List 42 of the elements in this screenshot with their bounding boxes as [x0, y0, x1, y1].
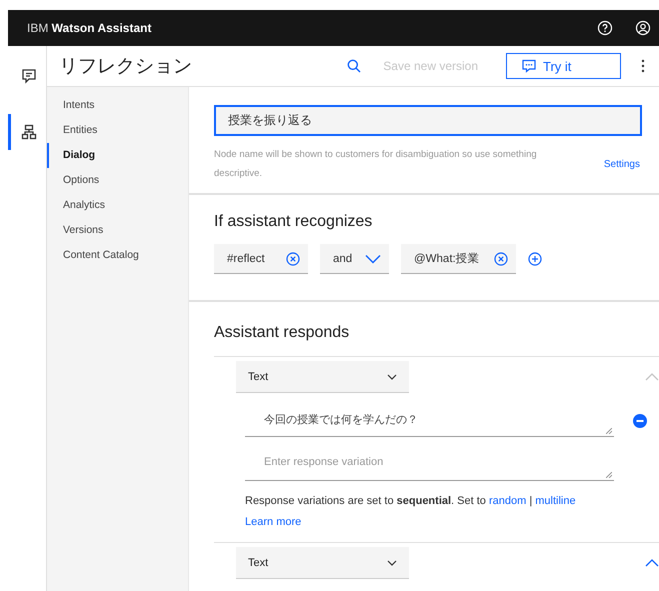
chevron-up-icon[interactable]	[645, 559, 659, 567]
mode-link[interactable]: random	[488, 495, 526, 507]
condition-field[interactable]: @What:授業	[401, 244, 516, 274]
try-it-button[interactable]: Try it	[506, 53, 621, 79]
search-icon[interactable]	[347, 59, 362, 73]
help-icon[interactable]	[597, 20, 613, 36]
nav-item[interactable]: Dialog	[47, 143, 188, 168]
user-icon[interactable]	[635, 20, 651, 36]
chat-icon	[521, 58, 537, 74]
chevron-down-icon	[387, 560, 397, 566]
nav-item[interactable]: Entities	[47, 118, 188, 143]
brand-name: IBM Watson Assistant	[27, 21, 152, 35]
learn-more-link[interactable]: Learn more	[245, 516, 659, 528]
clear-icon[interactable]	[286, 252, 300, 266]
nav-item[interactable]: Versions	[47, 218, 188, 243]
response-type-dropdown[interactable]: Text	[236, 361, 409, 393]
clear-icon[interactable]	[494, 252, 508, 266]
nav-item[interactable]: Analytics	[47, 193, 188, 218]
chevron-down-icon	[387, 374, 397, 380]
resize-handle-icon	[606, 472, 612, 478]
resize-handle-icon	[606, 428, 612, 434]
nav-item[interactable]: Content Catalog	[47, 243, 188, 268]
overflow-menu-icon[interactable]	[641, 59, 645, 73]
add-icon[interactable]	[528, 252, 542, 266]
helper-text: Node name will be shown to customers for disambiguation so use something descriptive.	[214, 148, 538, 181]
chat-icon	[20, 68, 36, 84]
tree-icon	[20, 124, 36, 140]
settings-link[interactable]: Settings	[604, 158, 640, 170]
variation-note: Response variations are set to sequential. Set to random | multiline	[245, 495, 577, 507]
section-heading: If assistant recognizes	[214, 213, 374, 231]
condition-field[interactable]: #reflect	[214, 244, 308, 274]
remove-icon[interactable]	[633, 414, 647, 428]
operator-dropdown[interactable]: and	[320, 244, 389, 274]
nav-item[interactable]: Options	[47, 168, 188, 193]
response-field[interactable]: 今回の授業では何を学んだの？	[245, 404, 614, 437]
response-type-dropdown[interactable]: Text	[236, 547, 409, 579]
nav-item[interactable]: Intents	[47, 93, 188, 118]
skill-title: リフレクション	[59, 55, 192, 79]
node-name-field[interactable]: 授業を振り返る	[214, 105, 642, 136]
mode-link[interactable]: multiline	[535, 495, 576, 507]
section-heading: Assistant responds	[214, 324, 350, 342]
chevron-down-icon	[365, 254, 381, 264]
